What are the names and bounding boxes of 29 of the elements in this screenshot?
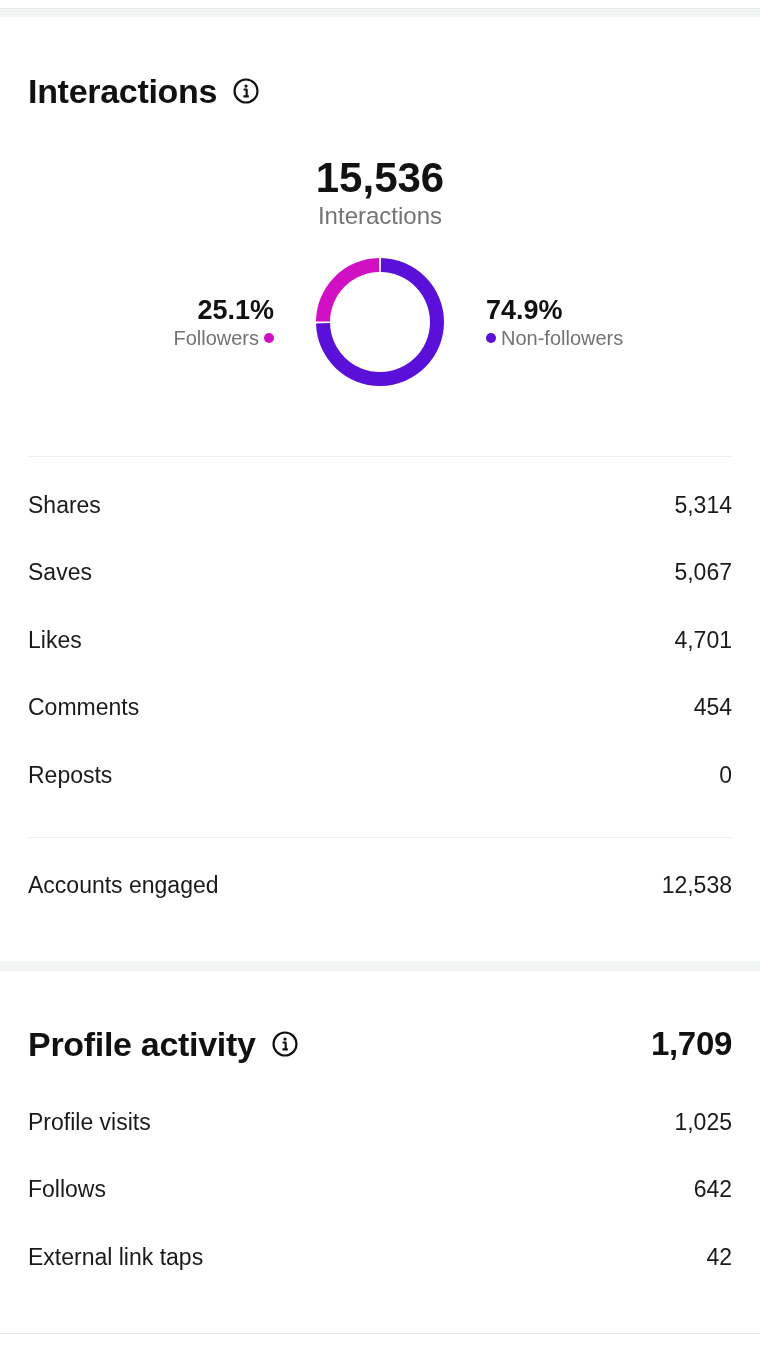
info-icon[interactable] (233, 78, 260, 104)
metric-value: 1,025 (674, 1107, 732, 1136)
metric-label: Accounts engaged (28, 871, 219, 900)
total-value: 1,709 (650, 1024, 732, 1064)
percentage-value: 25.1% (197, 294, 274, 326)
metric-label: Likes (28, 625, 82, 654)
metric-value: 5,067 (674, 558, 732, 587)
metric-label: Comments (28, 693, 140, 722)
metric-label: Reposts (28, 760, 113, 789)
section-title: Interactions (28, 71, 218, 111)
total-label: Interactions (317, 202, 443, 230)
metric-value: 12,538 (661, 871, 732, 900)
info-icon[interactable] (271, 1031, 298, 1057)
metric-value: 4,701 (674, 625, 732, 654)
metric-label: Saves (28, 558, 92, 587)
metric-label: Follows (28, 1175, 106, 1204)
total-value: 15,536 (315, 154, 445, 202)
metric-value: 5,314 (674, 490, 732, 519)
legend-label: Non-followers (501, 326, 624, 350)
section-title: Profile activity (28, 1024, 256, 1064)
metric-label: Shares (28, 490, 101, 519)
metric-value: 42 (706, 1242, 732, 1271)
metric-label: External link taps (28, 1242, 204, 1271)
percentage-value: 74.9% (486, 294, 563, 326)
legend-label: Followers (173, 326, 259, 350)
metric-value: 454 (693, 693, 732, 722)
metric-value: 0 (719, 760, 732, 789)
metric-value: 642 (693, 1175, 732, 1204)
metric-label: Profile visits (28, 1107, 151, 1136)
